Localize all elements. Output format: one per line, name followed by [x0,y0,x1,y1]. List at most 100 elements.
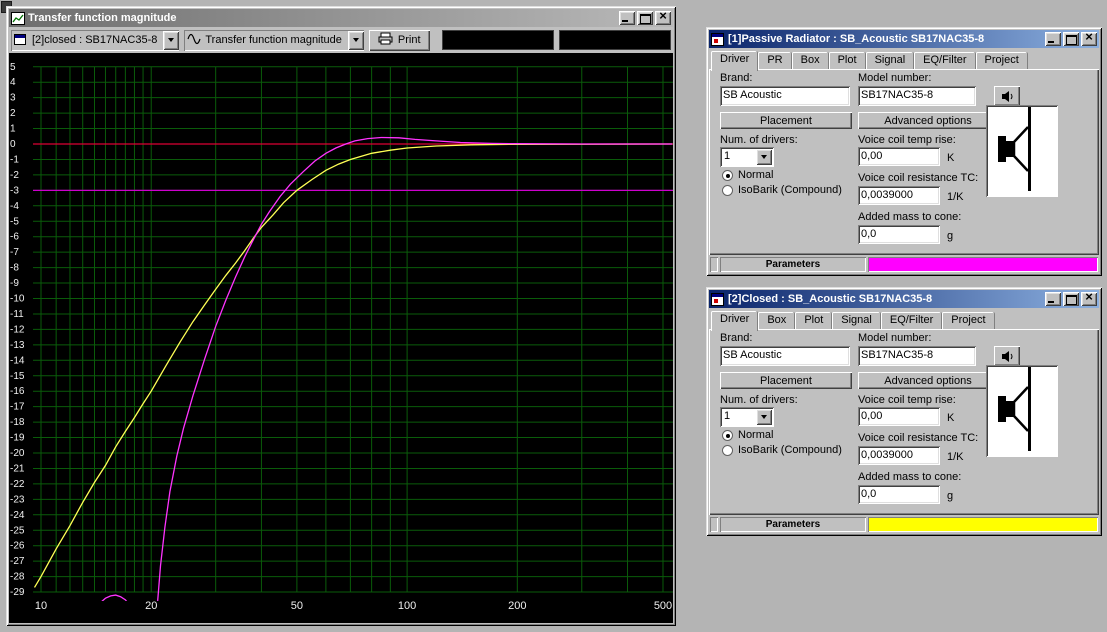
num-drivers-combo[interactable]: 1 [720,147,774,167]
maximize-button[interactable] [1063,292,1079,306]
chevron-down-icon[interactable] [347,30,364,50]
svg-text:-4: -4 [10,201,19,212]
parameters-segment[interactable]: Parameters [720,517,866,532]
maximize-button[interactable] [1063,32,1079,46]
tab-project[interactable]: Project [975,52,1028,69]
svg-text:-27: -27 [10,556,25,567]
svg-text:-11: -11 [10,309,24,320]
close-button[interactable] [1081,29,1097,46]
driver-diagram [986,105,1058,197]
svg-text:0: 0 [10,139,16,150]
svg-text:-28: -28 [10,572,25,583]
speaker-test-button[interactable] [994,346,1020,366]
svg-text:-16: -16 [10,386,25,397]
titlebar[interactable]: Transfer function magnitude [9,8,673,27]
svg-text:-29: -29 [10,587,25,598]
tab-driver[interactable]: Driver [711,51,759,71]
tab-eq-filter[interactable]: EQ/Filter [914,52,976,69]
added-mass-unit: g [947,230,954,242]
minimize-button[interactable] [619,11,635,25]
model-number-input[interactable]: SB17NAC35-8 [858,346,976,366]
brand-input[interactable]: SB Acoustic [720,86,850,106]
window-title: [2]Closed : SB_Acoustic SB17NAC35-8 [728,293,933,305]
placement-button[interactable]: Placement [720,112,852,129]
svg-text:-6: -6 [10,232,19,243]
minimize-button[interactable] [1045,32,1061,46]
titlebar[interactable]: [2]Closed : SB_Acoustic SB17NAC35-8 [709,289,1099,308]
parameters-segment[interactable]: Parameters [720,257,866,272]
brand-input[interactable]: SB Acoustic [720,346,850,366]
vc-temp-unit: K [947,152,955,164]
print-button[interactable]: Print [368,29,430,51]
model-number-label: Model number: [858,72,932,84]
tab-project[interactable]: Project [942,312,995,329]
placement-button[interactable]: Placement [720,372,852,389]
added-mass-input[interactable]: 0,0 [858,225,940,244]
plot-type-combo[interactable]: Transfer function magnitude [184,29,364,51]
maximize-button[interactable] [637,11,653,25]
window-title: Transfer function magnitude [28,12,177,24]
speaker-icon [1001,90,1012,102]
graph-selector-value: [2]closed : SB17NAC35-8 [32,34,158,46]
minimize-button[interactable] [1045,292,1061,306]
svg-text:2: 2 [10,108,16,119]
status-grip [710,257,718,272]
svg-text:10: 10 [35,600,47,612]
closed-box-window: [2]Closed : SB_Acoustic SB17NAC35-8 Driv… [706,287,1102,536]
plot-area[interactable]: 5 4 3 2 1 0 -1 -2 -3 -4 -5 -6 -7 -8 -9 -10 -11 -12 -13 -14-… [9,53,673,623]
added-mass-label: Added mass to cone: [858,471,962,483]
svg-text:-21: -21 [10,463,25,474]
num-drivers-combo[interactable]: 1 [720,407,774,427]
svg-text:-9: -9 [10,278,19,289]
chevron-down-icon[interactable] [163,30,180,50]
tab-signal[interactable]: Signal [832,312,881,329]
vc-tc-unit: 1/K [947,191,964,203]
radio-normal[interactable]: Normal [722,169,773,181]
added-mass-unit: g [947,490,954,502]
speaker-test-button[interactable] [994,86,1020,106]
added-mass-label: Added mass to cone: [858,211,962,223]
radio-isobarik[interactable]: IsoBarik (Compound) [722,184,842,196]
speaker-icon [1001,350,1012,362]
status-bar: Parameters [710,257,1098,272]
tab-pr[interactable]: PR [758,52,792,69]
svg-text:-3: -3 [10,185,19,196]
advanced-options-button[interactable]: Advanced options [858,372,998,389]
chevron-down-icon[interactable] [756,149,772,165]
plot-toolbar: [2]closed : SB17NAC35-8 Transfer functio… [9,27,673,53]
svg-text:5: 5 [10,62,16,73]
svg-text:-5: -5 [10,216,19,227]
tab-eq-filter[interactable]: EQ/Filter [880,312,943,329]
svg-text:-18: -18 [10,417,25,428]
tab-box[interactable]: Box [791,52,829,69]
vc-temp-input[interactable]: 0,00 [858,407,940,426]
vc-tc-input[interactable]: 0,0039000 [858,186,940,205]
svg-text:1: 1 [10,124,16,135]
tab-plot[interactable]: Plot [795,312,833,329]
grid-lines [33,66,673,593]
radio-circle-icon [722,184,733,196]
printer-icon [378,32,393,48]
graph-selector-combo[interactable]: [2]closed : SB17NAC35-8 [11,29,180,51]
status-grip [710,517,718,532]
svg-text:-8: -8 [10,263,19,274]
close-button[interactable] [1081,289,1097,306]
radio-normal[interactable]: Normal [722,429,773,441]
advanced-options-button[interactable]: Advanced options [858,112,998,129]
transfer-function-window: Transfer function magnitude [2]closed : … [6,6,676,626]
chevron-down-icon[interactable] [756,409,772,425]
model-number-input[interactable]: SB17NAC35-8 [858,86,976,106]
titlebar[interactable]: [1]Passive Radiator : SB_Acoustic SB17NA… [709,29,1099,48]
tab-signal[interactable]: Signal [865,52,915,69]
tab-driver[interactable]: Driver [711,311,759,331]
added-mass-input[interactable]: 0,0 [858,485,940,504]
tab-plot[interactable]: Plot [828,52,866,69]
vc-temp-input[interactable]: 0,00 [858,147,940,166]
driver-tab-page: Brand: SB Acoustic Model number: SB17NAC… [709,329,1099,515]
tab-box[interactable]: Box [758,312,796,329]
radio-isobarik[interactable]: IsoBarik (Compound) [722,444,842,456]
status-color-bar [868,257,1098,272]
close-button[interactable] [655,8,671,25]
svg-text:-10: -10 [10,294,25,305]
vc-tc-input[interactable]: 0,0039000 [858,446,940,465]
